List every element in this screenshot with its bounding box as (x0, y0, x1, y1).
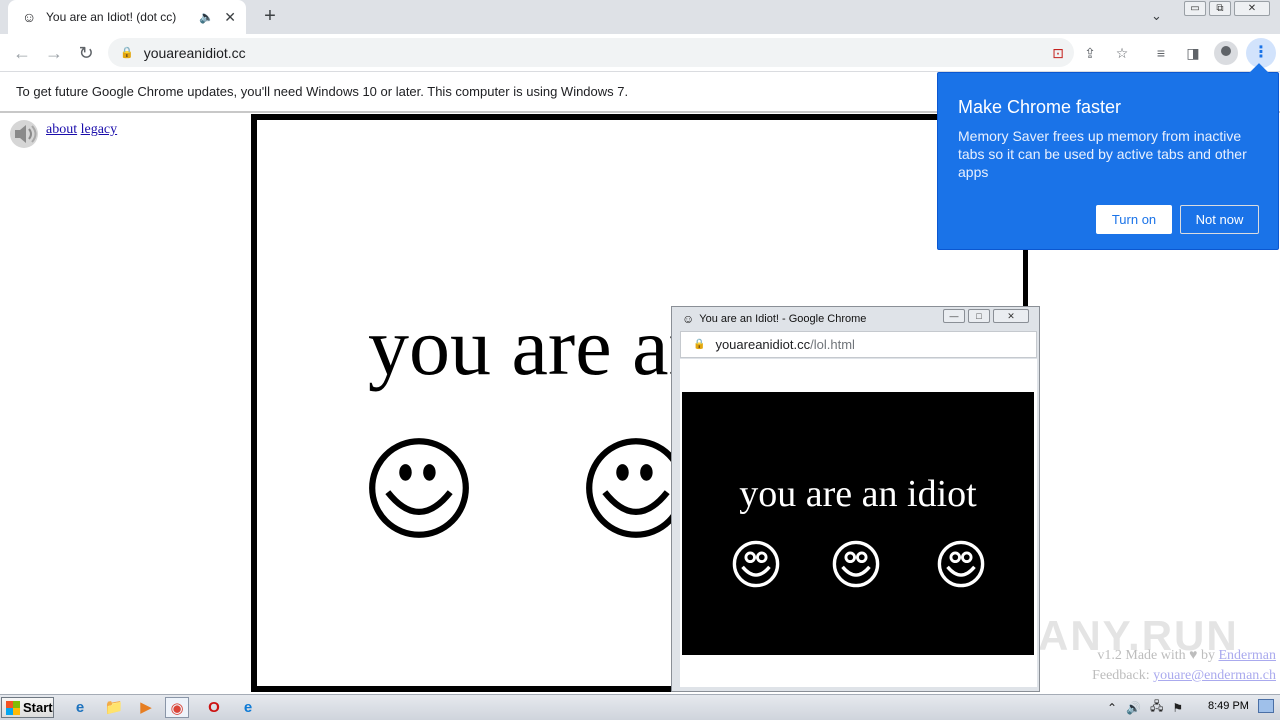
show-hidden-icons-icon[interactable]: ⌃ (1107, 701, 1117, 715)
popup-black-panel: you are an idiot (682, 392, 1034, 655)
profile-avatar-icon[interactable] (1214, 41, 1238, 65)
windows-taskbar (0, 694, 1280, 720)
popup-restore-button[interactable]: □ (968, 309, 990, 323)
edge-icon[interactable]: e (236, 697, 260, 718)
audio-playing-icon[interactable]: 🔈 (199, 10, 214, 24)
start-button[interactable]: Start (1, 697, 54, 718)
feedback-label: Feedback: (1092, 668, 1150, 683)
smiley-face-icon (937, 540, 985, 588)
popup-url-path: /lol.html (810, 337, 855, 352)
tab-close-icon[interactable]: ✕ (224, 9, 236, 26)
popup-url-host: youareanidiot.cc (715, 337, 811, 352)
by-label: by (1200, 648, 1215, 663)
memory-saver-bubble: Make Chrome faster Memory Saver frees up… (937, 63, 1279, 250)
credits: v1.2 Made with ♥ by Enderman Feedback: y… (1040, 646, 1276, 686)
chrome-taskbar-icon[interactable]: ◉ (165, 697, 189, 718)
chrome-menu-button[interactable]: ⋮ (1246, 38, 1276, 68)
share-icon[interactable]: ⇪ (1080, 43, 1100, 63)
volume-icon[interactable]: 🔊 (1126, 701, 1141, 715)
heart-icon: ♥ (1189, 648, 1198, 663)
taskbar-clock[interactable]: 8:49 PM (1208, 700, 1249, 712)
forward-button[interactable]: → (42, 41, 66, 65)
smiley-face-icon (369, 438, 469, 538)
page-links: about legacy (46, 122, 117, 138)
popup-title-bar[interactable]: ☺ You are an Idiot! - Google Chrome (682, 312, 866, 326)
popup-title: You are an Idiot! - Google Chrome (699, 313, 867, 325)
lock-icon[interactable]: 🔒 (120, 46, 134, 59)
windows-logo-icon (6, 700, 20, 715)
tab-search-icon[interactable]: ⌄ (1151, 8, 1162, 24)
popup-minimize-button[interactable]: — (943, 309, 965, 323)
reload-button[interactable]: ↻ (74, 41, 98, 65)
window-restore-button[interactable]: ⧉ (1209, 1, 1231, 16)
internet-explorer-icon[interactable]: e (68, 697, 92, 718)
popup-window[interactable]: ☺ You are an Idiot! - Google Chrome — □ … (671, 306, 1040, 692)
not-now-button[interactable]: Not now (1180, 205, 1259, 234)
popup-smiley-icon: ☺ (682, 312, 695, 326)
address-bar-url[interactable]: youareanidiot.cc (144, 45, 246, 61)
made-with-label: v1.2 Made with (1097, 648, 1186, 663)
show-desktop-button[interactable] (1258, 699, 1274, 713)
bubble-description: Memory Saver frees up memory from inacti… (958, 128, 1247, 180)
legacy-link[interactable]: legacy (81, 122, 118, 137)
address-bar[interactable]: 🔒 youareanidiot.cc (108, 38, 1074, 67)
smiley-face-icon (832, 540, 880, 588)
media-control-icon[interactable]: ≡ (1151, 43, 1171, 63)
turn-on-button[interactable]: Turn on (1096, 205, 1172, 234)
file-explorer-icon[interactable]: 📁 (102, 697, 126, 718)
action-center-flag-icon[interactable]: ⚑ (1172, 701, 1183, 715)
opera-icon[interactable]: O (202, 697, 226, 718)
system-tray: ⌃ 🔊 🖧 ⚑ (1107, 697, 1183, 718)
new-tab-button[interactable]: + (258, 4, 282, 28)
lock-icon: 🔒 (693, 339, 706, 350)
author-link[interactable]: Enderman (1218, 648, 1276, 663)
popup-blocked-icon[interactable]: ⊡ (1048, 43, 1068, 63)
bookmark-star-icon[interactable]: ☆ (1112, 43, 1132, 63)
media-player-icon[interactable]: ▶ (134, 697, 158, 718)
smiley-favicon-icon: ☺ (22, 9, 37, 25)
about-link[interactable]: about (46, 122, 77, 137)
popup-address-bar[interactable]: 🔒 youareanidiot.cc/lol.html (680, 331, 1037, 358)
network-icon[interactable]: 🖧 (1150, 697, 1163, 718)
back-button[interactable]: ← (10, 41, 34, 65)
tab-you-are-an-idiot[interactable]: ☺ You are an Idiot! (dot cc) 🔈 ✕ (8, 0, 246, 34)
feedback-email-link[interactable]: youare@enderman.ch (1153, 668, 1276, 683)
popup-close-button[interactable]: ✕ (993, 309, 1029, 323)
start-label: Start (23, 700, 53, 715)
bubble-title: Make Chrome faster (958, 97, 1122, 117)
tab-title: You are an Idiot! (dot cc) (46, 10, 177, 24)
window-close-button[interactable]: ✕ (1234, 1, 1270, 16)
popup-headline: you are an idiot (739, 473, 977, 515)
window-minimize-button[interactable]: ▭ (1184, 1, 1206, 16)
smiley-face-icon (732, 540, 780, 588)
speaker-icon[interactable] (8, 118, 40, 150)
side-panel-icon[interactable]: ◨ (1183, 43, 1203, 63)
